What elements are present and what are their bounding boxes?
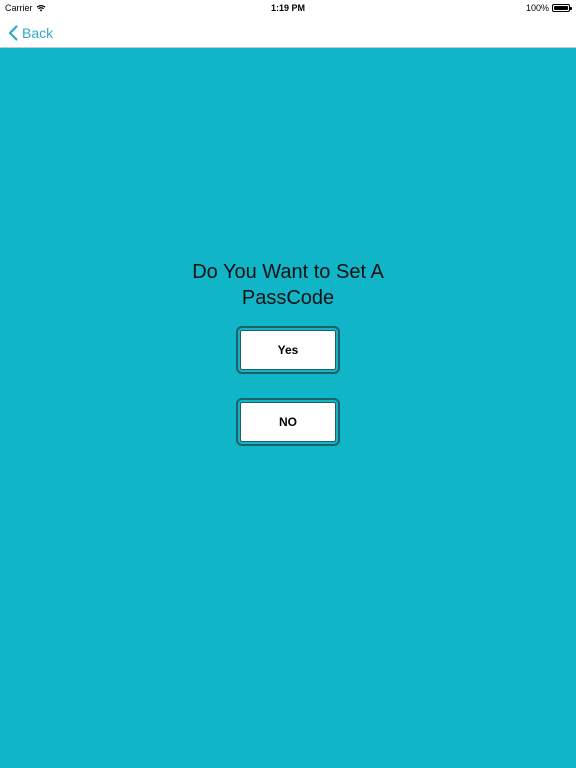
back-label: Back <box>22 25 54 41</box>
status-bar: Carrier 1:19 PM 100% <box>0 0 576 16</box>
battery-status: 100% <box>525 3 572 13</box>
yes-button[interactable]: Yes <box>236 326 340 374</box>
back-button[interactable]: Back <box>8 22 53 44</box>
battery-icon <box>552 4 572 12</box>
no-label: NO <box>279 415 297 429</box>
status-time: 1:19 PM <box>270 3 305 13</box>
navigation-bar: Carrier 1:19 PM 100% Back <box>0 0 576 48</box>
question-line-2: PassCode <box>241 287 335 309</box>
yes-label: Yes <box>277 343 299 357</box>
no-button[interactable]: NO <box>236 398 340 446</box>
chevron-left-icon <box>8 25 18 41</box>
passcode-question: Do You Want to Set A PassCode <box>138 259 438 311</box>
passcode-prompt-screen: Carrier 1:19 PM 100% Back Do You Want to… <box>0 0 576 768</box>
question-line-1: Do You Want to Set A <box>192 261 384 283</box>
battery-percent: 100% <box>525 3 549 13</box>
